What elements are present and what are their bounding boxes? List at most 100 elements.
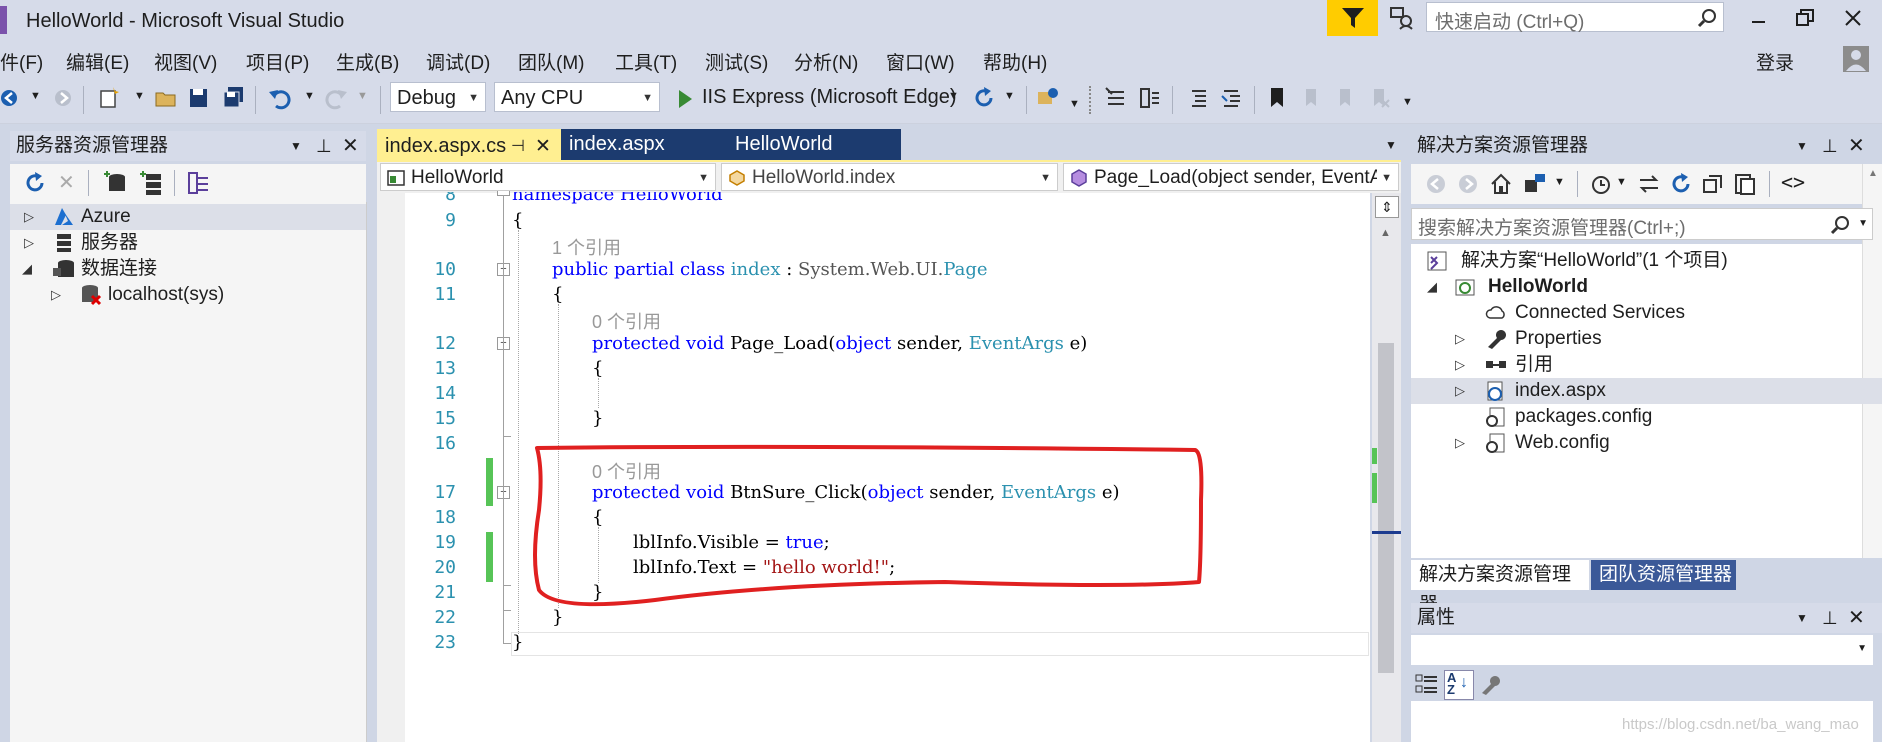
close-button[interactable] — [1840, 6, 1866, 32]
tree-row-project[interactable]: ◢ HelloWorld — [1411, 274, 1862, 300]
login-link[interactable]: 登录 — [1756, 48, 1794, 75]
chevron-down-icon[interactable]: ▼ — [1554, 176, 1565, 188]
menu-build[interactable]: 生成(B) — [336, 48, 399, 75]
tree-row-packages-config[interactable]: packages.config — [1411, 404, 1862, 430]
object-browser-icon[interactable] — [1138, 86, 1162, 110]
expand-arrow-icon[interactable]: ▷ — [24, 209, 34, 225]
property-pages-icon[interactable] — [1479, 673, 1503, 695]
show-all-files-icon[interactable] — [1733, 172, 1757, 196]
tab-helloworld[interactable]: HelloWorld — [721, 129, 901, 160]
project-nav-select[interactable]: HelloWorld ▼ — [380, 163, 716, 191]
save-icon[interactable] — [188, 86, 210, 110]
toolbar-overflow-icon[interactable]: ▼ — [1402, 96, 1413, 108]
quick-launch-input[interactable]: 快速启动 (Ctrl+Q) — [1426, 2, 1724, 33]
menu-test[interactable]: 测试(S) — [705, 48, 768, 75]
browser-link-icon[interactable] — [1036, 86, 1060, 110]
refresh-icon[interactable] — [24, 172, 46, 194]
start-debugging-button[interactable]: IIS Express (Microsoft Edge) ▼ — [674, 84, 960, 114]
back-dropdown-icon[interactable]: ▼ — [30, 90, 41, 102]
new-dropdown-icon[interactable]: ▼ — [134, 90, 145, 102]
solution-config-select[interactable]: Debug ▼ — [390, 82, 486, 112]
uncomment-lines-icon[interactable] — [1220, 86, 1244, 110]
undo-dropdown-icon[interactable]: ▼ — [304, 90, 315, 102]
next-bookmark-icon[interactable] — [1334, 86, 1356, 110]
expand-arrow-icon[interactable]: ▷ — [1455, 357, 1465, 373]
close-icon[interactable]: ✕ — [1848, 603, 1865, 633]
solution-search-input[interactable]: 搜索解决方案资源管理器(Ctrl+;) ▼ — [1411, 208, 1873, 240]
panel-menu-icon[interactable]: ▼ — [1796, 131, 1808, 161]
menu-help[interactable]: 帮助(H) — [983, 48, 1047, 75]
forward-icon[interactable] — [1457, 173, 1479, 195]
split-handle-icon[interactable]: ⇕ — [1375, 196, 1399, 218]
tree-row-references[interactable]: ▷ 引用 — [1411, 352, 1862, 378]
restore-button[interactable] — [1792, 6, 1818, 32]
tree-row-connected-services[interactable]: Connected Services — [1411, 300, 1862, 326]
codelens-references[interactable]: 0 个引用 — [592, 308, 661, 334]
menu-edit[interactable]: 编辑(E) — [66, 48, 129, 75]
back-icon[interactable] — [1425, 173, 1447, 195]
connect-database-icon[interactable] — [102, 170, 128, 196]
minimize-button[interactable] — [1744, 8, 1772, 34]
show-hierarchy-icon[interactable] — [186, 170, 212, 196]
menu-debug[interactable]: 调试(D) — [426, 48, 490, 75]
collapse-all-icon[interactable] — [1701, 172, 1725, 196]
tab-index-aspx[interactable]: index.aspx — [561, 129, 721, 160]
pin-icon[interactable]: ⊥ — [1822, 603, 1838, 633]
tree-row-properties[interactable]: ▷ Properties — [1411, 326, 1862, 352]
menu-analyze[interactable]: 分析(N) — [794, 48, 858, 75]
find-in-files-icon[interactable] — [1104, 86, 1128, 110]
refresh-dropdown-icon[interactable]: ▼ — [1004, 90, 1015, 102]
home-icon[interactable] — [1489, 172, 1513, 196]
prev-bookmark-icon[interactable] — [1300, 86, 1322, 110]
collapse-arrow-icon[interactable]: ◢ — [22, 261, 32, 277]
sync-with-document-icon[interactable] — [1637, 172, 1661, 196]
tree-row-localhost[interactable]: ▷ localhost(sys) — [10, 282, 366, 308]
platform-select[interactable]: Any CPU ▼ — [494, 82, 660, 112]
tree-row-web-config[interactable]: ▷ Web.config — [1411, 430, 1862, 456]
close-icon[interactable]: ✕ — [1848, 131, 1865, 161]
expand-arrow-icon[interactable]: ▷ — [1455, 435, 1465, 451]
tree-row-servers[interactable]: ▷ 服务器 — [10, 230, 366, 256]
close-icon[interactable]: ✕ — [535, 131, 551, 162]
close-icon[interactable]: ✕ — [342, 131, 359, 161]
editor-vertical-scrollbar[interactable]: ⇕ ▲ — [1372, 193, 1401, 742]
scroll-up-icon[interactable]: ▲ — [1868, 168, 1878, 179]
comment-lines-icon[interactable] — [1186, 86, 1210, 110]
expand-arrow-icon[interactable]: ▷ — [1455, 383, 1465, 399]
tab-overflow-icon[interactable]: ▼ — [1385, 138, 1397, 152]
pin-icon[interactable]: ⊥ — [1822, 131, 1838, 161]
codelens-references[interactable]: 1 个引用 — [552, 234, 621, 260]
open-folder-icon[interactable] — [154, 86, 178, 110]
chevron-down-icon[interactable]: ▼ — [1616, 176, 1627, 188]
menu-file[interactable]: 件(F) — [0, 48, 43, 75]
menu-tools[interactable]: 工具(T) — [615, 48, 677, 75]
tree-row-azure[interactable]: ▷ Azure — [10, 204, 366, 230]
tab-team-explorer[interactable]: 团队资源管理器 — [1591, 560, 1736, 590]
feedback-flag-button[interactable] — [1327, 0, 1378, 36]
expand-arrow-icon[interactable]: ▷ — [1455, 331, 1465, 347]
connect-server-icon[interactable] — [138, 170, 164, 196]
panel-menu-icon[interactable]: ▼ — [1796, 603, 1808, 633]
undo-icon[interactable] — [268, 86, 292, 110]
collapse-arrow-icon[interactable]: ◢ — [1427, 279, 1437, 295]
refresh-icon[interactable] — [1669, 172, 1693, 196]
class-nav-select[interactable]: HelloWorld.index ▼ — [721, 163, 1058, 191]
properties-object-select[interactable]: ▼ — [1411, 635, 1873, 665]
expand-arrow-icon[interactable]: ▷ — [51, 287, 61, 303]
new-project-icon[interactable] — [98, 86, 120, 110]
browser-link-dropdown-icon[interactable]: ▼ — [1069, 98, 1080, 110]
tree-row-index-aspx[interactable]: ▷ index.aspx — [1411, 378, 1882, 404]
switch-views-icon[interactable] — [1523, 172, 1549, 196]
menu-project[interactable]: 项目(P) — [246, 48, 309, 75]
forward-icon[interactable] — [52, 86, 74, 110]
clear-bookmarks-icon[interactable] — [1368, 86, 1390, 110]
redo-icon[interactable] — [324, 86, 348, 110]
menu-window[interactable]: 窗口(W) — [886, 48, 955, 75]
panel-menu-icon[interactable]: ▼ — [290, 131, 302, 161]
view-code-icon[interactable]: <> — [1781, 170, 1805, 194]
pin-icon[interactable]: ⊥ — [316, 131, 332, 161]
user-avatar[interactable] — [1843, 46, 1869, 72]
search-options-icon[interactable]: ▼ — [1858, 218, 1868, 229]
pending-changes-filter-icon[interactable] — [1589, 172, 1613, 196]
account-settings-icon[interactable] — [1388, 5, 1414, 31]
